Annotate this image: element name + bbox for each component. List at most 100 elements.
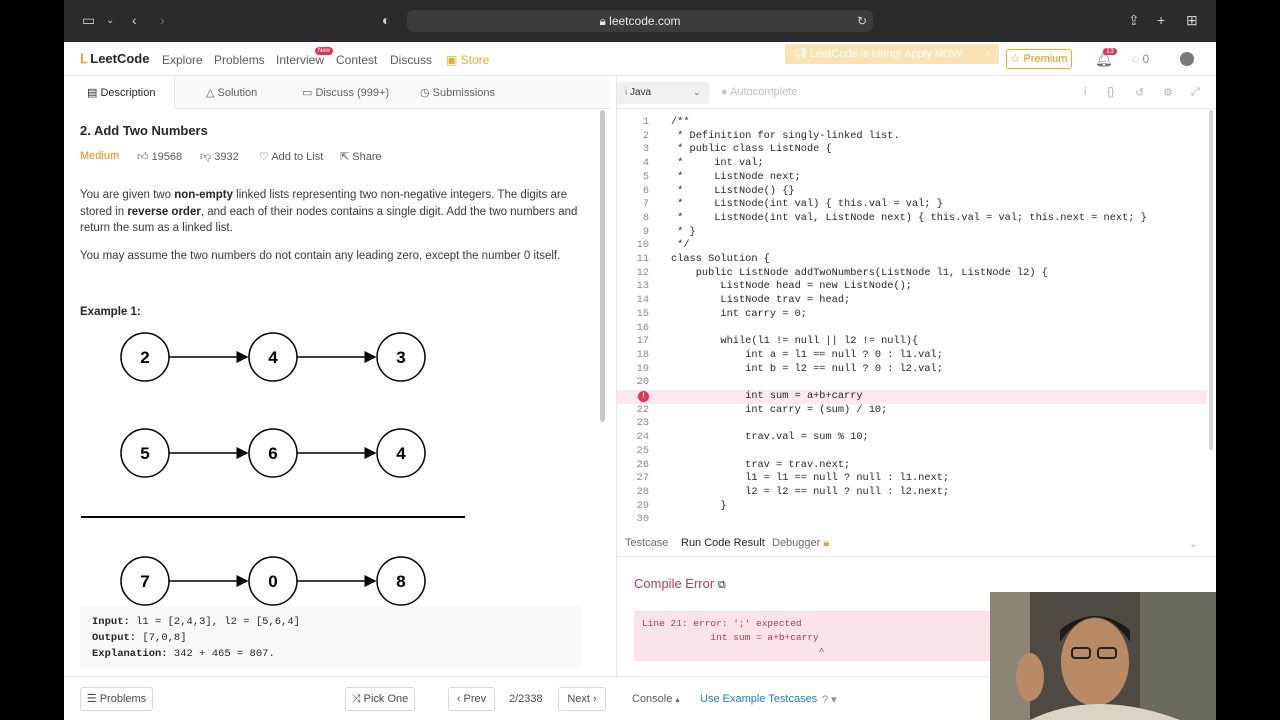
- address-bar[interactable]: 🔒︎ leetcode.com ↻: [407, 10, 873, 32]
- nav-interview[interactable]: Interview: [276, 53, 324, 67]
- reload-icon[interactable]: ↻: [857, 10, 867, 32]
- shield-icon[interactable]: ◐: [382, 12, 390, 28]
- console-label: Console: [632, 693, 673, 705]
- code-line[interactable]: 3 * public class ListNode {: [617, 143, 1207, 157]
- code-text: * ListNode(int val) { this.val = val; }: [671, 198, 943, 211]
- tab-testcase[interactable]: Testcase: [625, 537, 668, 549]
- premium-button[interactable]: ☆ Premium: [1006, 49, 1072, 69]
- premium-label: Premium: [1023, 53, 1068, 65]
- code-line[interactable]: 25: [617, 445, 1207, 459]
- back-icon[interactable]: ‹: [132, 12, 137, 28]
- tab-run-code-result[interactable]: Run Code Result: [681, 537, 765, 549]
- new-tab-icon[interactable]: +: [1157, 12, 1165, 28]
- forward-icon[interactable]: ›: [160, 12, 165, 28]
- tab-discuss[interactable]: ▭ Discuss (999+): [302, 86, 389, 99]
- code-line[interactable]: 24 trav.val = sum % 10;: [617, 431, 1207, 445]
- settings-icon[interactable]: ⚙: [1163, 86, 1173, 99]
- browser-toolbar: ▭ ⌄ ‹ › ◐ 🔒︎ leetcode.com ↻ ⇪ + ⊞: [64, 0, 1216, 42]
- reset-icon[interactable]: ↺: [1135, 86, 1144, 99]
- line-number: 17: [636, 335, 649, 348]
- tab-discuss-label: Discuss (999+): [315, 87, 390, 99]
- code-line[interactable]: 16: [617, 322, 1207, 336]
- language-value: Java: [630, 87, 652, 98]
- avatar[interactable]: [1180, 52, 1194, 66]
- chevron-down-icon[interactable]: ⌄: [106, 15, 114, 26]
- tab-overview-icon[interactable]: ⊞: [1186, 12, 1198, 29]
- code-line[interactable]: 22 int carry = (sum) / 10;: [617, 404, 1207, 418]
- next-button[interactable]: Next ›: [558, 687, 606, 711]
- code-line[interactable]: 12 public ListNode addTwoNumbers(ListNod…: [617, 267, 1207, 281]
- use-example-testcases[interactable]: Use Example Testcases: [700, 693, 817, 705]
- code-line[interactable]: 15 int carry = 0;: [617, 308, 1207, 322]
- console-button[interactable]: Console ▴: [632, 693, 679, 705]
- fullscreen-icon[interactable]: ⤢: [1191, 86, 1200, 99]
- dislike-button[interactable]: 👎︎ 3932: [200, 150, 239, 163]
- prev-button[interactable]: ‹ Prev: [448, 687, 495, 711]
- code-line[interactable]: 8 * ListNode(int val, ListNode next) { t…: [617, 212, 1207, 226]
- top-nav: ᒪ LeetCode Explore Problems Interview New…: [64, 42, 1216, 76]
- new-badge: New: [315, 47, 334, 55]
- store-label: Store: [460, 53, 490, 67]
- code-line[interactable]: 9 * }: [617, 226, 1207, 240]
- code-line[interactable]: 6 * ListNode() {}: [617, 185, 1207, 199]
- code-line[interactable]: 26 trav = trav.next;: [617, 459, 1207, 473]
- tab-description[interactable]: ▤ Description: [64, 76, 175, 109]
- code-line[interactable]: 30: [617, 513, 1207, 527]
- chevron-down-icon[interactable]: ⌄: [1189, 537, 1198, 550]
- scrollbar[interactable]: [1209, 110, 1213, 450]
- nav-problems[interactable]: Problems: [214, 53, 265, 67]
- code-line[interactable]: 1 /**: [617, 116, 1207, 130]
- code-line[interactable]: 14 ListNode trav = head;: [617, 294, 1207, 308]
- logo[interactable]: ᒪ LeetCode: [80, 51, 149, 67]
- nav-explore[interactable]: Explore: [162, 53, 203, 67]
- share-icon[interactable]: ⇪: [1128, 12, 1140, 29]
- code-line[interactable]: 2 * Definition for singly-linked list.: [617, 130, 1207, 144]
- line-number: 13: [636, 280, 649, 293]
- url-text: leetcode.com: [609, 14, 681, 28]
- code-line[interactable]: ! int sum = a+b+carry: [617, 390, 1207, 404]
- code-line[interactable]: 10 */: [617, 239, 1207, 253]
- code-line[interactable]: 11 class Solution {: [617, 253, 1207, 267]
- hiring-banner[interactable]: 📢︎ LeetCode is hiring! Apply NOW. ×: [785, 44, 999, 64]
- code-line[interactable]: 17 while(l1 != null || l2 != null){: [617, 335, 1207, 349]
- nav-discuss[interactable]: Discuss: [390, 53, 432, 67]
- autocomplete-toggle[interactable]: ● Autocomplete: [721, 86, 797, 98]
- error-marker-icon[interactable]: !: [638, 391, 649, 402]
- problems-button[interactable]: ☰ Problems: [80, 687, 153, 711]
- code-line[interactable]: 19 int b = l2 == null ? 0 : l2.val;: [617, 363, 1207, 377]
- share-button[interactable]: ⇱ Share: [340, 150, 382, 163]
- like-button[interactable]: 👍︎ 19568: [137, 150, 182, 163]
- sidebar-toggle-icon[interactable]: ▭: [82, 12, 95, 29]
- language-select[interactable]: i Java ⌄: [617, 82, 709, 104]
- code-line[interactable]: 18 int a = l1 == null ? 0 : l1.val;: [617, 349, 1207, 363]
- info-icon[interactable]: i: [1084, 86, 1086, 98]
- code-line[interactable]: 27 l1 = l1 == null ? null : l1.next;: [617, 472, 1207, 486]
- streak-counter[interactable]: ◌ 0: [1132, 52, 1149, 66]
- line-number: 27: [636, 472, 649, 485]
- pick-one-button[interactable]: ⤨ Pick One: [345, 687, 415, 711]
- tab-debugger[interactable]: Debugger 🔒︎: [772, 537, 829, 550]
- close-icon[interactable]: ×: [985, 44, 991, 64]
- code-line[interactable]: 20: [617, 376, 1207, 390]
- tab-solution[interactable]: △ Solution: [206, 86, 257, 99]
- add-to-list-button[interactable]: ♡ Add to List: [259, 150, 323, 163]
- code-line[interactable]: 28 l2 = l2 == null ? null : l2.next;: [617, 486, 1207, 500]
- copy-icon[interactable]: ⧉: [718, 579, 726, 591]
- code-line[interactable]: 23: [617, 417, 1207, 431]
- code-line[interactable]: 5 * ListNode next;: [617, 171, 1207, 185]
- code-editor[interactable]: 1 /** 2 * Definition for singly-linked lis…: [617, 110, 1207, 528]
- braces-icon[interactable]: {}: [1107, 86, 1114, 98]
- code-line[interactable]: 4 * int val;: [617, 157, 1207, 171]
- code-line[interactable]: 7 * ListNode(int val) { this.val = val; …: [617, 198, 1207, 212]
- line-number: 14: [636, 294, 649, 307]
- nav-store[interactable]: ▣ Store: [446, 53, 489, 67]
- scrollbar[interactable]: [600, 110, 605, 422]
- help-icon[interactable]: ? ▾: [822, 693, 837, 706]
- desc-text: You are given two: [80, 189, 175, 201]
- nav-contest[interactable]: Contest: [336, 53, 377, 67]
- line-number: 20: [636, 376, 649, 389]
- tab-submissions[interactable]: ◷ Submissions: [420, 86, 495, 99]
- code-line[interactable]: 13 ListNode head = new ListNode();: [617, 280, 1207, 294]
- code-text: class Solution {: [671, 253, 770, 265]
- code-line[interactable]: 29 }: [617, 500, 1207, 514]
